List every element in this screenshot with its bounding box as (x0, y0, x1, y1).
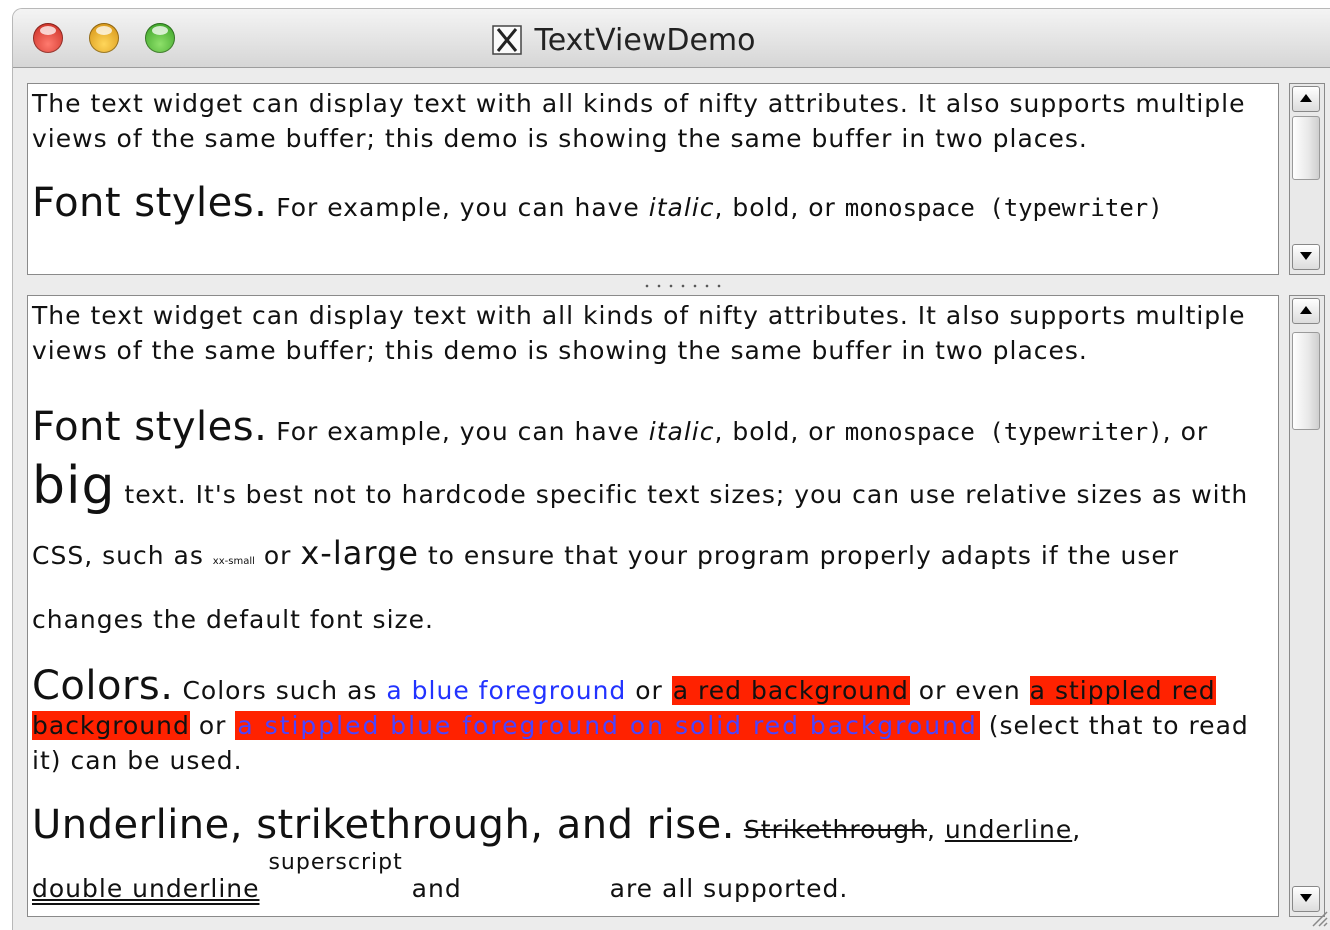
blue-foreground-text: a blue foreground (386, 676, 627, 705)
intro-paragraph: The text widget can display text with al… (32, 89, 1246, 153)
app-window: TextViewDemo The text widget can display… (12, 8, 1330, 930)
arrow-up-icon (1300, 94, 1312, 102)
strikethrough-text: Strikethrough (743, 815, 927, 844)
font-styles-text: , bold, or (714, 193, 845, 222)
colors-heading: Colors. (32, 663, 174, 709)
underline-text: , (926, 815, 945, 844)
text-view-top-content[interactable]: The text widget can display text with al… (32, 86, 1272, 226)
arrow-up-icon (1300, 306, 1312, 314)
monospace-text: monospace (typewriter) (844, 418, 1163, 446)
scrollbar-bottom[interactable] (1289, 295, 1325, 917)
font-styles-text: For example, you can have (267, 193, 649, 222)
pane-splitter[interactable] (13, 274, 1330, 295)
superscript-text: superscript (268, 850, 403, 875)
scrollbar-top[interactable] (1289, 83, 1325, 275)
colors-text: or (189, 711, 236, 740)
colors-text: or (626, 676, 672, 705)
underline-paragraph-continued: double underline superscript and are all… (32, 850, 1272, 908)
colors-text: or even (909, 676, 1030, 705)
underline-text: and (411, 874, 462, 903)
arrow-down-icon (1300, 252, 1312, 260)
underline-text: , (1072, 815, 1082, 844)
font-styles-text: For example, you can have (267, 417, 649, 446)
underline-text: are all supported. (609, 874, 849, 903)
x-large-text: x-large (300, 534, 419, 572)
text-view-bottom[interactable]: The text widget can display text with al… (27, 295, 1279, 917)
font-styles-paragraph: Font styles. For example, you can have i… (32, 183, 1272, 226)
x-window-icon (492, 25, 523, 55)
red-background-text: a red background (671, 676, 910, 705)
colors-paragraph: Colors. Colors such as a blue foreground… (32, 666, 1272, 778)
font-styles-heading: Font styles. (32, 180, 268, 226)
font-styles-text: or (254, 541, 301, 570)
window-title: TextViewDemo (534, 23, 756, 58)
splitter-grip-icon[interactable] (641, 284, 729, 288)
italic-text: italic (648, 193, 715, 222)
resize-grip-icon[interactable] (1307, 906, 1329, 928)
double-underline-text: double underline (32, 874, 260, 903)
text-view-top[interactable]: The text widget can display text with al… (27, 83, 1279, 275)
monospace-text: monospace (typewriter) (844, 194, 1163, 222)
scroll-down-button-top[interactable] (1292, 244, 1320, 270)
text-view-bottom-content[interactable]: The text widget can display text with al… (32, 298, 1272, 908)
font-styles-text: , bold, or (714, 417, 845, 446)
underline-paragraph: Underline, strikethrough, and rise. Stri… (32, 805, 1272, 847)
big-text: big (32, 456, 116, 516)
title-bar[interactable]: TextViewDemo (13, 9, 1330, 68)
window-title-group: TextViewDemo (13, 23, 1330, 58)
xx-small-text: xx-small (212, 556, 255, 567)
underline-text (735, 815, 744, 844)
scroll-up-button-top[interactable] (1292, 86, 1320, 112)
scroll-up-button-bottom[interactable] (1292, 298, 1320, 324)
underlined-text: underline (944, 815, 1073, 844)
underline-heading: Underline, strikethrough, and rise. (32, 802, 735, 848)
font-styles-heading: Font styles. (32, 404, 268, 450)
font-styles-text: , or (1162, 417, 1209, 446)
intro-paragraph: The text widget can display text with al… (32, 301, 1246, 365)
scroll-thumb-bottom[interactable] (1292, 332, 1320, 430)
colors-text: Colors such as (173, 676, 387, 705)
font-styles-paragraph: Font styles. For example, you can have i… (32, 398, 1272, 649)
arrow-down-icon (1300, 894, 1312, 902)
stippled-blue-foreground-text: a stippled blue foreground on solid red … (235, 711, 980, 740)
italic-text: italic (648, 417, 715, 446)
scroll-thumb-top[interactable] (1292, 116, 1320, 180)
